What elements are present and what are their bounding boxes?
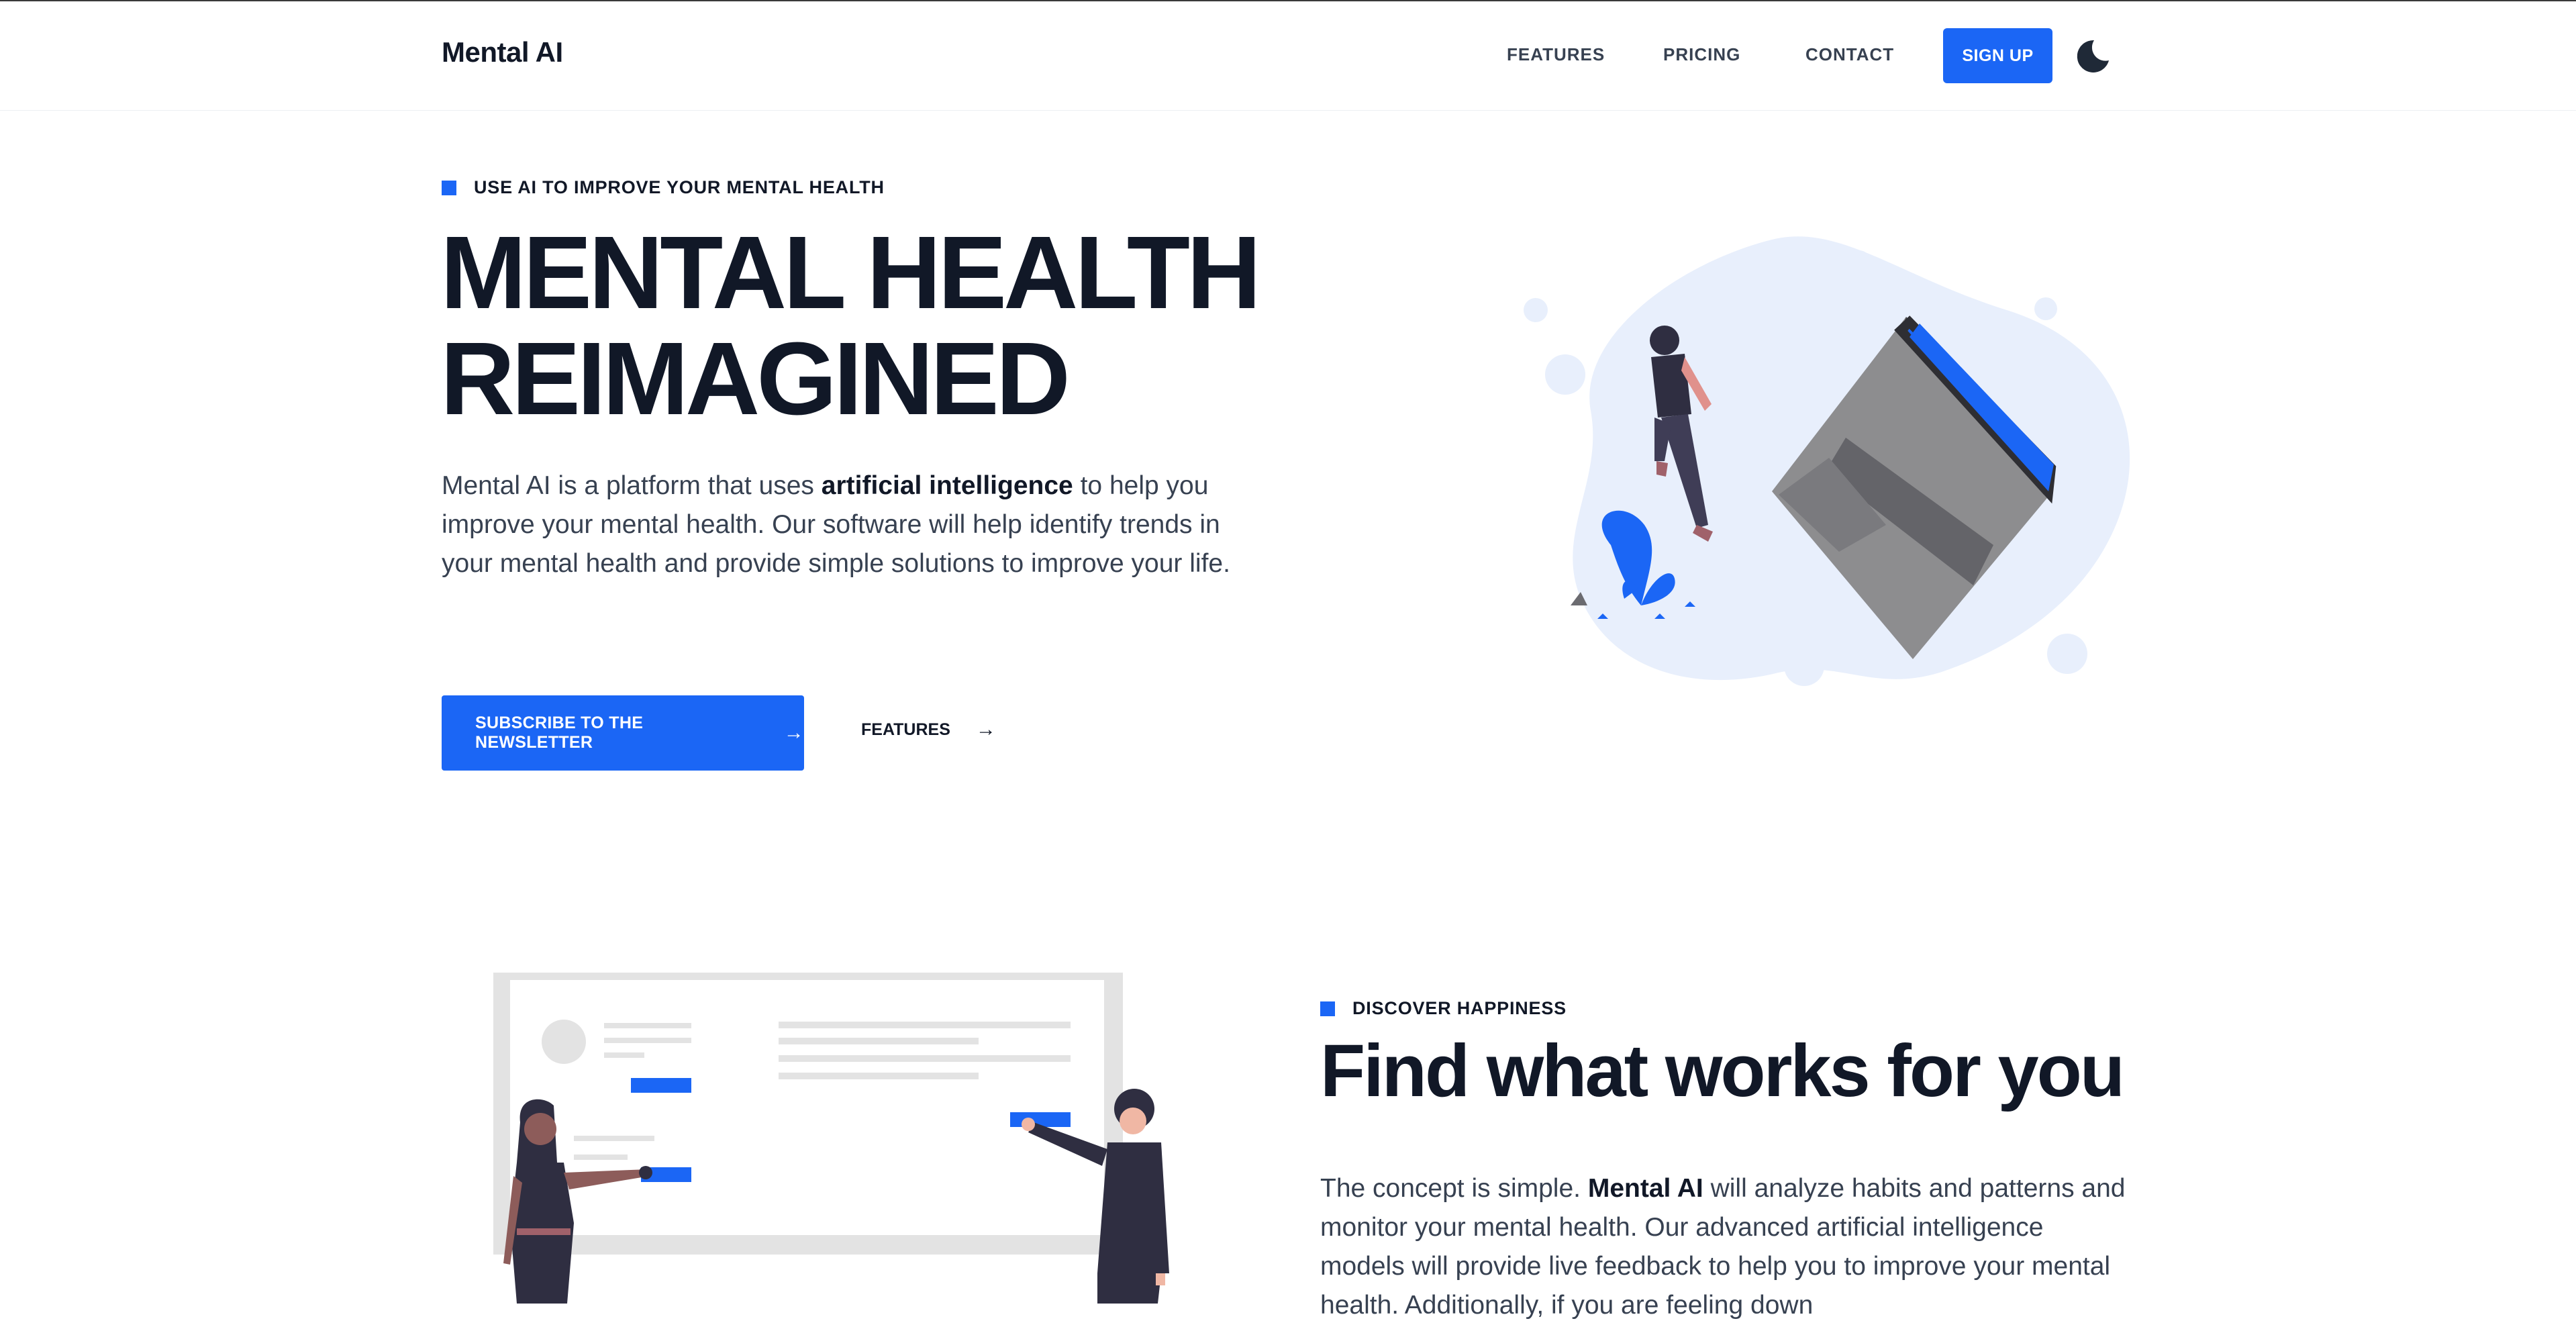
brand-logo[interactable]: Mental AI — [442, 36, 563, 68]
site-header: Mental AI FEATURES PRICING CONTACT SIGN … — [0, 1, 2576, 111]
hero-title-line2: REIMAGINED — [440, 321, 1071, 436]
hero-eyebrow: USE AI TO IMPROVE YOUR MENTAL HEALTH — [442, 177, 885, 198]
section-eyebrow-label: DISCOVER HAPPINESS — [1352, 998, 1567, 1018]
nav-contact[interactable]: CONTACT — [1805, 44, 1894, 65]
signup-button[interactable]: SIGN UP — [1943, 28, 2052, 83]
subscribe-label: SUBSCRIBE TO THE NEWSLETTER — [475, 714, 644, 752]
eyebrow-square-icon — [1320, 1001, 1335, 1016]
arrow-right-icon: → — [975, 718, 996, 740]
nav-features[interactable]: FEATURES — [1507, 44, 1605, 65]
section-eyebrow: DISCOVER HAPPINESS — [1320, 998, 1567, 1019]
hero-eyebrow-label: USE AI TO IMPROVE YOUR MENTAL HEALTH — [474, 177, 885, 197]
section-body: The concept is simple. Mental AI will an… — [1320, 1169, 2126, 1325]
nav-pricing[interactable]: PRICING — [1663, 44, 1740, 65]
hero-title-line1: MENTAL HEALTH — [440, 215, 1261, 330]
features-link[interactable]: FEATURES → — [861, 718, 996, 741]
arrow-right-icon: → — [783, 722, 804, 744]
section-title: Find what works for you — [1320, 1030, 2125, 1112]
subscribe-newsletter-button[interactable]: SUBSCRIBE TO THE NEWSLETTER → — [442, 695, 804, 771]
people-at-whiteboard-illustration — [490, 968, 1188, 1304]
features-link-label: FEATURES — [861, 720, 950, 739]
section-body-bold: Mental AI — [1587, 1174, 1703, 1203]
section-body-text-1: The concept is simple. — [1320, 1174, 1588, 1203]
eyebrow-square-icon — [442, 180, 456, 195]
hero-lead-bold: artificial intelligence — [821, 471, 1073, 500]
moon-icon[interactable] — [2074, 38, 2112, 75]
hero-lead-text-1: Mental AI is a platform that uses — [442, 471, 822, 500]
hero-lead: Mental AI is a platform that uses artifi… — [442, 467, 1247, 583]
person-with-laptop-illustration — [1524, 230, 2154, 699]
hero-title: MENTAL HEALTH REIMAGINED — [440, 219, 1313, 432]
